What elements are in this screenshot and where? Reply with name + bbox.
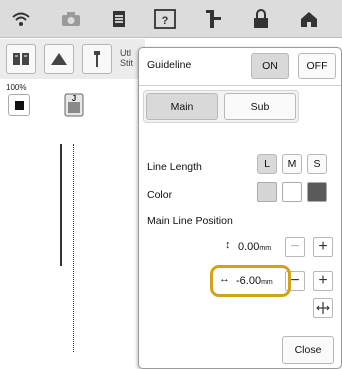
function-row: Utl Stit bbox=[0, 39, 145, 79]
highlight-box bbox=[210, 265, 291, 297]
color-label: Color bbox=[147, 189, 173, 201]
line-length-l-button[interactable]: L bbox=[257, 154, 277, 174]
color-white-swatch[interactable] bbox=[282, 182, 302, 202]
line-length-m-button[interactable]: M bbox=[282, 154, 302, 174]
vertical-arrows-icon: ↕ bbox=[225, 239, 231, 251]
top-toolbar: ? bbox=[0, 0, 342, 38]
close-button[interactable]: Close bbox=[282, 336, 334, 364]
divider bbox=[139, 85, 341, 86]
help-icon[interactable]: ? bbox=[152, 6, 178, 32]
on-button[interactable]: ON bbox=[251, 53, 289, 79]
home-icon[interactable] bbox=[296, 6, 322, 32]
tab-sub[interactable]: Sub bbox=[224, 93, 296, 120]
lock-icon[interactable] bbox=[248, 6, 274, 32]
vertical-minus-button[interactable]: − bbox=[285, 237, 305, 257]
triangle-icon[interactable] bbox=[44, 44, 74, 74]
presser-foot-icon: J bbox=[62, 92, 86, 118]
document-icon[interactable] bbox=[106, 6, 132, 32]
color-light-gray-swatch[interactable] bbox=[257, 182, 277, 202]
stop-button[interactable] bbox=[8, 94, 30, 116]
off-button[interactable]: OFF bbox=[298, 53, 336, 79]
center-reset-icon[interactable] bbox=[313, 298, 333, 318]
line-length-label: Line Length bbox=[147, 161, 202, 173]
main-line-position-label: Main Line Position bbox=[147, 215, 233, 227]
camera-icon[interactable] bbox=[58, 6, 84, 32]
vertical-position-value: 0.00mm bbox=[238, 241, 272, 253]
stop-icon bbox=[14, 100, 24, 110]
vertical-plus-button[interactable]: + bbox=[313, 237, 333, 257]
guideline-panel: Guideline ON OFF Main Sub Line Length L … bbox=[138, 47, 342, 369]
color-dark-gray-swatch[interactable] bbox=[307, 182, 327, 202]
line-length-s-button[interactable]: S bbox=[307, 154, 327, 174]
tab-main[interactable]: Main bbox=[146, 93, 218, 120]
thread-icon[interactable] bbox=[200, 6, 226, 32]
svg-text:?: ? bbox=[162, 15, 169, 27]
presser-foot-label: J bbox=[72, 94, 76, 103]
panel-title: Guideline bbox=[147, 59, 192, 71]
preview-stitch-line bbox=[73, 144, 74, 352]
utility-stitch-label: Utl Stit bbox=[120, 48, 134, 68]
horizontal-plus-button[interactable]: + bbox=[313, 271, 333, 291]
needle-icon[interactable] bbox=[82, 44, 112, 74]
zoom-level: 100% bbox=[6, 83, 27, 92]
wifi-icon[interactable] bbox=[8, 6, 34, 32]
book-icon[interactable] bbox=[6, 44, 36, 74]
preview-guideline bbox=[60, 144, 62, 266]
tab-frame: Main Sub bbox=[143, 90, 299, 123]
